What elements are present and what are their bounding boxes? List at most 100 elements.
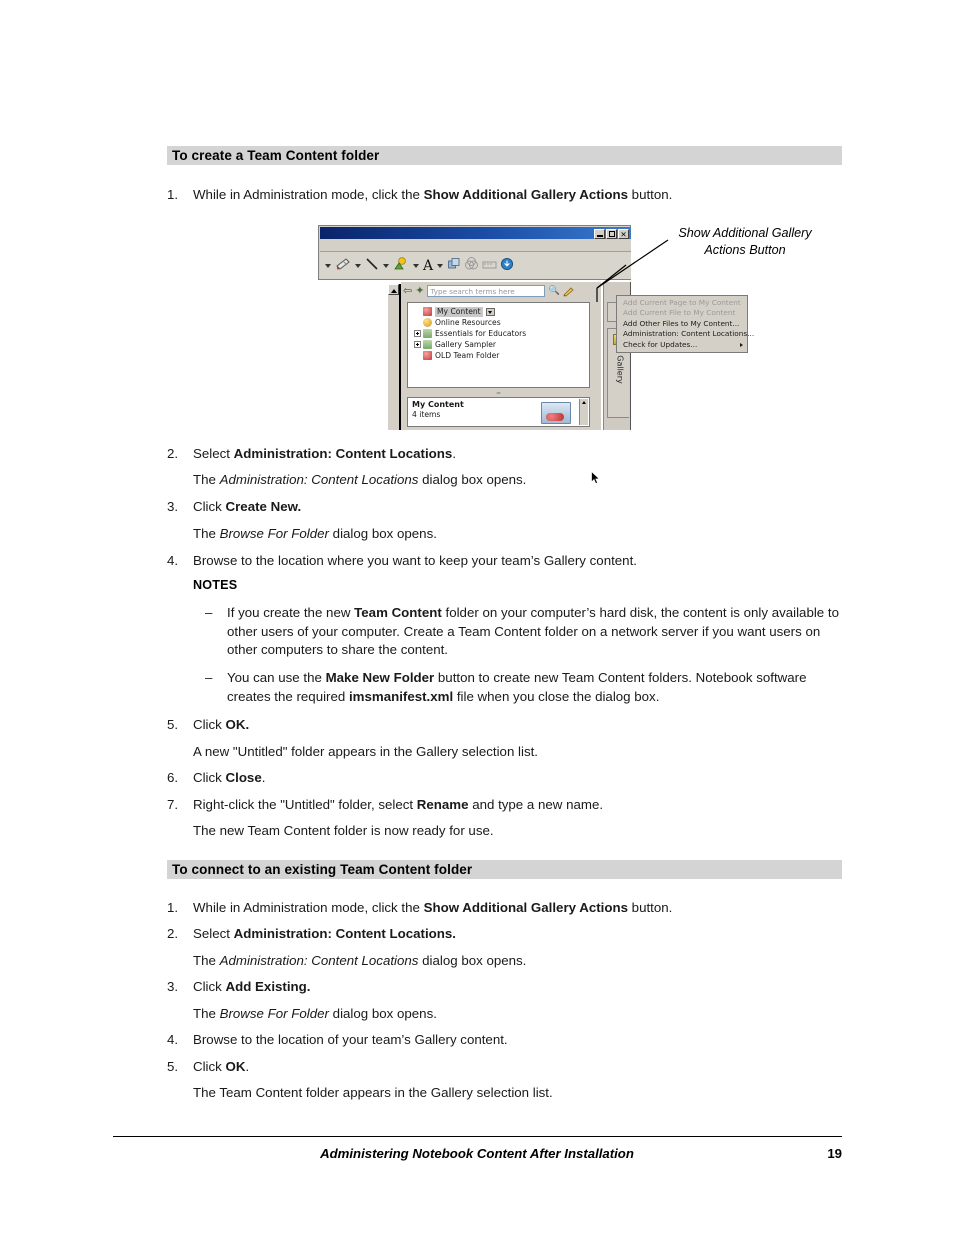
gallery-preview-panel: My Content 4 items xyxy=(407,397,590,427)
preview-scrollbar[interactable] xyxy=(579,399,588,425)
highlighter-icon[interactable] xyxy=(335,256,351,275)
chevron-down-icon[interactable] xyxy=(355,263,361,268)
step-text: Browse to the location of your team’s Ga… xyxy=(193,1032,508,1047)
step-2-3-result: The Browse For Folder dialog box opens. xyxy=(193,1006,437,1021)
menu-item-label: Check for Updates... xyxy=(623,339,698,349)
expand-plus-icon[interactable] xyxy=(414,330,421,337)
step-number: 5. xyxy=(167,1059,179,1074)
note-text: You can use the Make New Folder button t… xyxy=(227,670,807,704)
document-page: To create a Team Content folder 1. While… xyxy=(0,0,954,1235)
note-item-2: – You can use the Make New Folder button… xyxy=(205,669,842,706)
note-dash: – xyxy=(205,605,213,620)
tree-item-gallery-sampler[interactable]: Gallery Sampler xyxy=(414,339,589,350)
tree-item-old-team-folder[interactable]: OLD Team Folder xyxy=(414,350,589,361)
step-1-4: 4. Browse to the location where you want… xyxy=(167,552,842,569)
footer-page-number: 19 xyxy=(827,1146,842,1161)
preview-title: My Content xyxy=(412,400,464,409)
search-input[interactable]: Type search terms here xyxy=(427,285,546,297)
step-text: Click Create New. xyxy=(193,499,302,514)
close-icon[interactable]: ✕ xyxy=(618,228,629,239)
download-icon[interactable] xyxy=(500,256,514,275)
maximize-icon[interactable] xyxy=(606,228,617,239)
menu-item-add-other-files[interactable]: Add Other Files to My Content... xyxy=(617,319,747,329)
step-1-1: 1. While in Administration mode, click t… xyxy=(167,186,842,203)
section-heading-connect-existing: To connect to an existing Team Content f… xyxy=(167,860,842,879)
step-1-3-result: The Browse For Folder dialog box opens. xyxy=(193,526,437,541)
tree-item-my-content[interactable]: My Content xyxy=(414,306,589,317)
chevron-down-icon[interactable] xyxy=(325,263,331,268)
step-1-6: 6. Click Close. xyxy=(167,769,842,786)
additional-gallery-actions-menu[interactable]: Add Current Page to My Content Add Curre… xyxy=(616,295,754,354)
section-heading-create-team-content: To create a Team Content folder xyxy=(167,146,842,165)
preview-subtitle: 4 items xyxy=(412,410,441,419)
order-objects-icon[interactable] xyxy=(447,256,461,275)
shapes-tool-icon[interactable] xyxy=(393,256,409,275)
step-text: Click OK. xyxy=(193,1059,250,1074)
chevron-down-icon[interactable] xyxy=(485,307,495,316)
menu-item-check-for-updates[interactable]: Check for Updates... xyxy=(617,340,747,350)
step-text: Click Add Existing. xyxy=(193,979,311,994)
note-item-1: – If you create the new Team Content fol… xyxy=(205,604,842,660)
menu-item-administration-content-locations[interactable]: Administration: Content Locations... xyxy=(617,329,754,339)
step-text: Select Administration: Content Locations… xyxy=(193,446,457,461)
chevron-down-icon[interactable] xyxy=(437,263,444,268)
step-text: Click OK. xyxy=(193,717,250,732)
step-1-2: 2. Select Administration: Content Locati… xyxy=(167,445,842,462)
notebook-gallery-screenshot: ✕ A ⇦ ✦ Type search terms here 🔍 My Cont… xyxy=(318,225,754,485)
text-tool-icon[interactable]: A xyxy=(423,259,433,273)
step-number: 3. xyxy=(167,499,179,514)
back-arrow-icon[interactable]: ⇦ xyxy=(403,285,412,297)
refresh-icon[interactable]: ✦ xyxy=(415,285,424,297)
step-1-5: 5. Click OK. xyxy=(167,716,842,733)
search-go-icon[interactable]: 🔍 xyxy=(548,286,559,296)
tree-item-label: Essentials for Educators xyxy=(435,328,527,338)
page-scrollbar[interactable] xyxy=(387,284,401,430)
measurement-icon[interactable] xyxy=(482,256,497,275)
chevron-down-icon[interactable] xyxy=(413,263,419,268)
show-additional-gallery-actions-button[interactable] xyxy=(562,282,576,301)
step-number: 2. xyxy=(167,926,179,941)
figure-annotation: Show Additional Gallery Actions Button xyxy=(645,225,845,259)
menu-item-add-current-file: Add Current File to My Content xyxy=(623,308,736,318)
line-tool-icon[interactable] xyxy=(365,256,379,275)
step-number: 1. xyxy=(167,187,179,202)
step-2-2-result: The Administration: Content Locations di… xyxy=(193,953,527,968)
step-number: 3. xyxy=(167,979,179,994)
tree-item-label: Online Resources xyxy=(435,317,501,327)
tree-item-essentials-for-educators[interactable]: Essentials for Educators xyxy=(414,328,589,339)
green-folder-icon xyxy=(423,340,432,349)
step-number: 6. xyxy=(167,770,179,785)
step-1-7-result: The new Team Content folder is now ready… xyxy=(193,823,494,838)
annotation-line-2: Actions Button xyxy=(704,243,786,257)
panel-splitter[interactable]: ═ xyxy=(407,390,590,397)
step-text: Right-click the "Untitled" folder, selec… xyxy=(193,797,604,812)
step-text: While in Administration mode, click the … xyxy=(193,187,673,202)
window-controls: ✕ xyxy=(594,228,629,239)
drawing-toolbar: A xyxy=(320,252,631,279)
step-2-5: 5. Click OK. xyxy=(167,1058,842,1075)
expand-plus-icon[interactable] xyxy=(414,341,421,348)
step-number: 4. xyxy=(167,553,179,568)
gallery-tree[interactable]: My Content Online Resources Essentials f… xyxy=(407,302,590,388)
step-number: 2. xyxy=(167,446,179,461)
footer-divider xyxy=(113,1136,842,1137)
step-number: 4. xyxy=(167,1032,179,1047)
chevron-down-icon[interactable] xyxy=(383,263,389,268)
folder-thumbnail-icon[interactable] xyxy=(541,402,571,424)
window-menubar[interactable] xyxy=(320,239,631,252)
step-2-5-result: The Team Content folder appears in the G… xyxy=(193,1085,553,1100)
transparency-icon[interactable] xyxy=(464,256,479,275)
minimize-icon[interactable] xyxy=(594,228,605,239)
step-2-2: 2. Select Administration: Content Locati… xyxy=(167,925,842,942)
step-1-2-result: The Administration: Content Locations di… xyxy=(193,472,527,487)
note-dash: – xyxy=(205,670,213,685)
green-folder-icon xyxy=(423,329,432,338)
scroll-up-icon[interactable] xyxy=(388,284,399,295)
red-folder-icon xyxy=(423,351,432,360)
step-1-7: 7. Right-click the "Untitled" folder, se… xyxy=(167,796,842,813)
submenu-arrow-icon xyxy=(740,342,743,347)
tree-item-label: OLD Team Folder xyxy=(435,350,500,360)
window-titlebar: ✕ xyxy=(320,227,631,239)
step-2-4: 4. Browse to the location of your team’s… xyxy=(167,1031,842,1048)
tree-item-online-resources[interactable]: Online Resources xyxy=(414,317,589,328)
